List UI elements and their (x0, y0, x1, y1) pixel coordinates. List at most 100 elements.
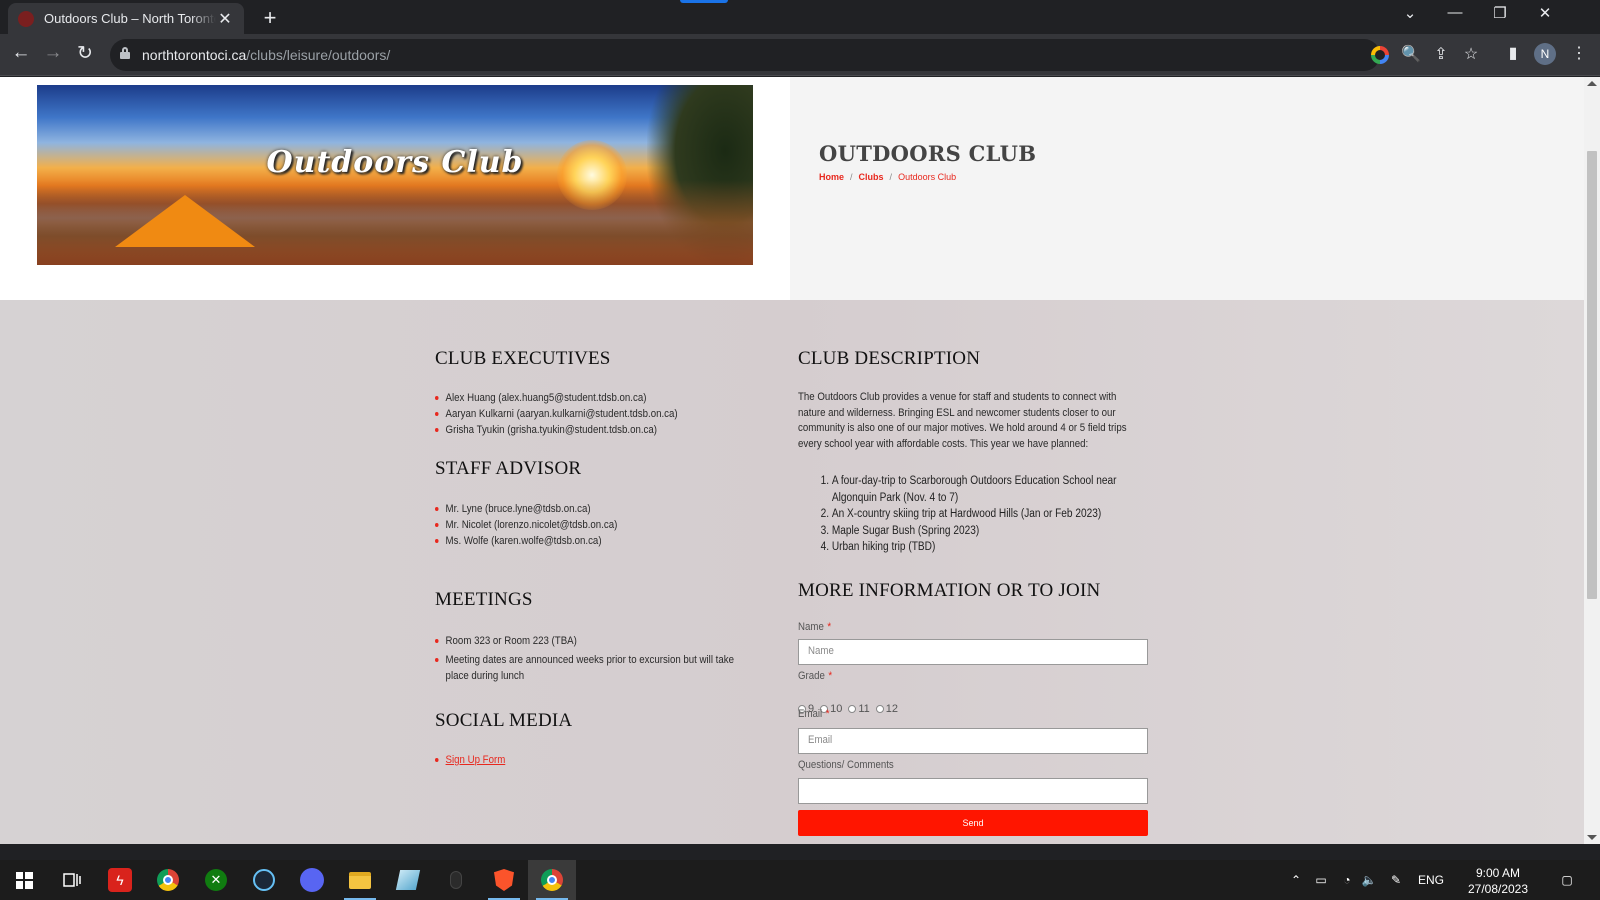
list-item: Aaryan Kulkarni (aaryan.kulkarni@student… (435, 406, 769, 422)
social-list: Sign Up Form (435, 752, 769, 768)
list-item: Urban hiking trip (TBD) (832, 539, 1151, 556)
xbox-icon[interactable]: ✕ (192, 860, 240, 900)
email-label: Email * (798, 708, 830, 720)
web-page: Outdoors Club OUTDOORS CLUB Home / Clubs / O… (0, 77, 1584, 844)
breadcrumb-home-link[interactable]: Home (819, 172, 844, 182)
windows-taskbar: ϟ ✕ ⌃ ▭ ◔ 🔈 ✎ ENG 9:00 AM 27/08/2023 ▢ (0, 860, 1600, 900)
browser-tab-strip: Outdoors Club – North Toronto C ✕ + ⌄ — … (0, 0, 1600, 34)
grade-radio-11[interactable]: 11 (848, 703, 870, 715)
list-item: A four-day-trip to Scarborough Outdoors … (832, 473, 1151, 506)
tab-title: Outdoors Club – North Toronto C (44, 11, 216, 26)
breadcrumb-separator: / (889, 172, 893, 182)
required-mark: * (825, 708, 830, 720)
outdoors-club-banner-image: Outdoors Club (37, 85, 753, 265)
scroll-down-arrow-icon[interactable] (1587, 835, 1597, 840)
url-text[interactable]: northtorontoci.ca/clubs/leisure/outdoors… (142, 47, 390, 63)
google-lens-icon[interactable] (1371, 46, 1389, 64)
share-icon[interactable]: ⇪ (1430, 44, 1452, 64)
pen-icon[interactable]: ✎ (1385, 860, 1407, 900)
grade-label: Grade * (798, 670, 833, 682)
description-text: The Outdoors Club provides a venue for s… (798, 391, 1127, 450)
reload-icon[interactable]: ↻ (72, 42, 98, 65)
address-bar[interactable]: northtorontoci.ca/clubs/leisure/outdoors… (110, 39, 1478, 71)
list-item: Alex Huang (alex.huang5@student.tdsb.on.… (435, 390, 769, 406)
name-input[interactable]: Name (798, 639, 1148, 665)
notifications-icon[interactable]: ▢ (1552, 860, 1582, 900)
chrome-profile-icon[interactable] (528, 860, 576, 900)
notepad-icon[interactable] (384, 860, 432, 900)
meetings-list: Room 323 or Room 223 (TBA) Meeting dates… (435, 633, 752, 684)
browser-tab[interactable]: Outdoors Club – North Toronto C ✕ (8, 3, 244, 34)
social-media-heading: SOCIAL MEDIA (435, 710, 573, 731)
start-button[interactable] (0, 860, 48, 900)
clock-date: 27/08/2023 (1467, 882, 1529, 896)
file-explorer-icon[interactable] (336, 860, 384, 900)
required-mark: * (828, 670, 833, 682)
list-item: Room 323 or Room 223 (TBA) (435, 633, 752, 649)
forward-arrow-icon[interactable]: → (40, 42, 66, 64)
system-clock[interactable]: 9:00 AM 27/08/2023 (1466, 865, 1530, 897)
name-label: Name * (798, 621, 832, 633)
lock-icon[interactable] (120, 47, 130, 59)
mouse-app-icon[interactable] (432, 860, 480, 900)
join-form-heading: MORE INFORMATION OR TO JOIN (798, 580, 1101, 601)
required-mark: * (827, 621, 832, 633)
comments-textarea[interactable] (798, 778, 1148, 804)
send-button[interactable]: Send (798, 810, 1148, 836)
bookmark-star-icon[interactable]: ☆ (1460, 44, 1482, 64)
site-favicon-icon (18, 10, 34, 27)
brave-icon[interactable] (480, 860, 528, 900)
executives-list: Alex Huang (alex.huang5@student.tdsb.on.… (435, 390, 769, 438)
close-tab-icon[interactable]: ✕ (216, 9, 234, 29)
club-info-section: CLUB EXECUTIVES Alex Huang (alex.huang5@… (0, 300, 1584, 844)
show-hidden-icons-chevron-icon[interactable]: ⌃ (1287, 860, 1305, 900)
comments-label: Questions/ Comments (798, 759, 894, 771)
browser-toolbar: ← → ↻ northtorontoci.ca/clubs/leisure/ou… (0, 34, 1600, 76)
sign-up-form-link[interactable]: Sign Up Form (446, 754, 506, 766)
volume-icon[interactable]: 🔈 (1358, 860, 1380, 900)
windows-logo-icon (15, 871, 33, 889)
page-header: OUTDOORS CLUB Home / Clubs / Outdoors Club (790, 77, 1584, 300)
grade-radio-12[interactable]: 12 (875, 703, 898, 715)
executives-heading: CLUB EXECUTIVES (435, 348, 611, 369)
page-scrollbar[interactable] (1584, 77, 1600, 844)
list-item: Mr. Lyne (bruce.lyne@tdsb.on.ca) (435, 501, 769, 517)
side-panel-icon[interactable]: ▮ (1502, 43, 1524, 63)
close-window-button[interactable]: ✕ (1530, 4, 1560, 22)
staff-advisor-heading: STAFF ADVISOR (435, 458, 582, 479)
scrollbar-thumb[interactable] (1587, 151, 1597, 599)
task-view-icon[interactable] (48, 860, 96, 900)
list-item: Mr. Nicolet (lorenzo.nicolet@tdsb.on.ca) (435, 517, 769, 533)
chrome-icon[interactable] (144, 860, 192, 900)
profile-avatar[interactable]: N (1534, 43, 1556, 65)
breadcrumb-clubs-link[interactable]: Clubs (859, 172, 884, 182)
clock-time: 9:00 AM (1475, 866, 1521, 880)
breadcrumb: Home / Clubs / Outdoors Club (819, 172, 956, 182)
list-item: Meeting dates are announced weeks prior … (435, 652, 752, 684)
loading-indicator (680, 0, 728, 3)
zoom-icon[interactable]: 🔍 (1400, 44, 1422, 64)
restore-button[interactable]: ❐ (1485, 4, 1515, 22)
list-item: Grisha Tyukin (grisha.tyukin@student.tds… (435, 422, 769, 438)
plans-list: A four-day-trip to Scarborough Outdoors … (816, 473, 1150, 556)
new-tab-button[interactable]: + (258, 5, 282, 31)
description-heading: CLUB DESCRIPTION (798, 348, 981, 369)
email-input[interactable]: Email (798, 728, 1148, 754)
list-item: Sign Up Form (435, 752, 769, 768)
advisor-list: Mr. Lyne (bruce.lyne@tdsb.on.ca) Mr. Nic… (435, 501, 769, 549)
flash-app-icon[interactable]: ϟ (96, 860, 144, 900)
scroll-up-arrow-icon[interactable] (1587, 81, 1597, 86)
back-arrow-icon[interactable]: ← (8, 42, 34, 64)
battery-icon[interactable]: ▭ (1310, 860, 1332, 900)
wifi-icon[interactable]: ◔ (1336, 860, 1358, 900)
list-item: An X-country skiing trip at Hardwood Hil… (832, 506, 1151, 523)
list-item: Maple Sugar Bush (Spring 2023) (832, 523, 1151, 540)
menu-kebab-icon[interactable]: ⋮ (1568, 43, 1590, 63)
minimize-button[interactable]: — (1440, 4, 1470, 21)
tent-graphic (115, 195, 255, 247)
page-title: OUTDOORS CLUB (819, 141, 1037, 166)
tab-search-chevron-icon[interactable]: ⌄ (1395, 4, 1425, 22)
language-indicator[interactable]: ENG (1414, 860, 1448, 900)
discord-icon[interactable] (288, 860, 336, 900)
steam-icon[interactable] (240, 860, 288, 900)
